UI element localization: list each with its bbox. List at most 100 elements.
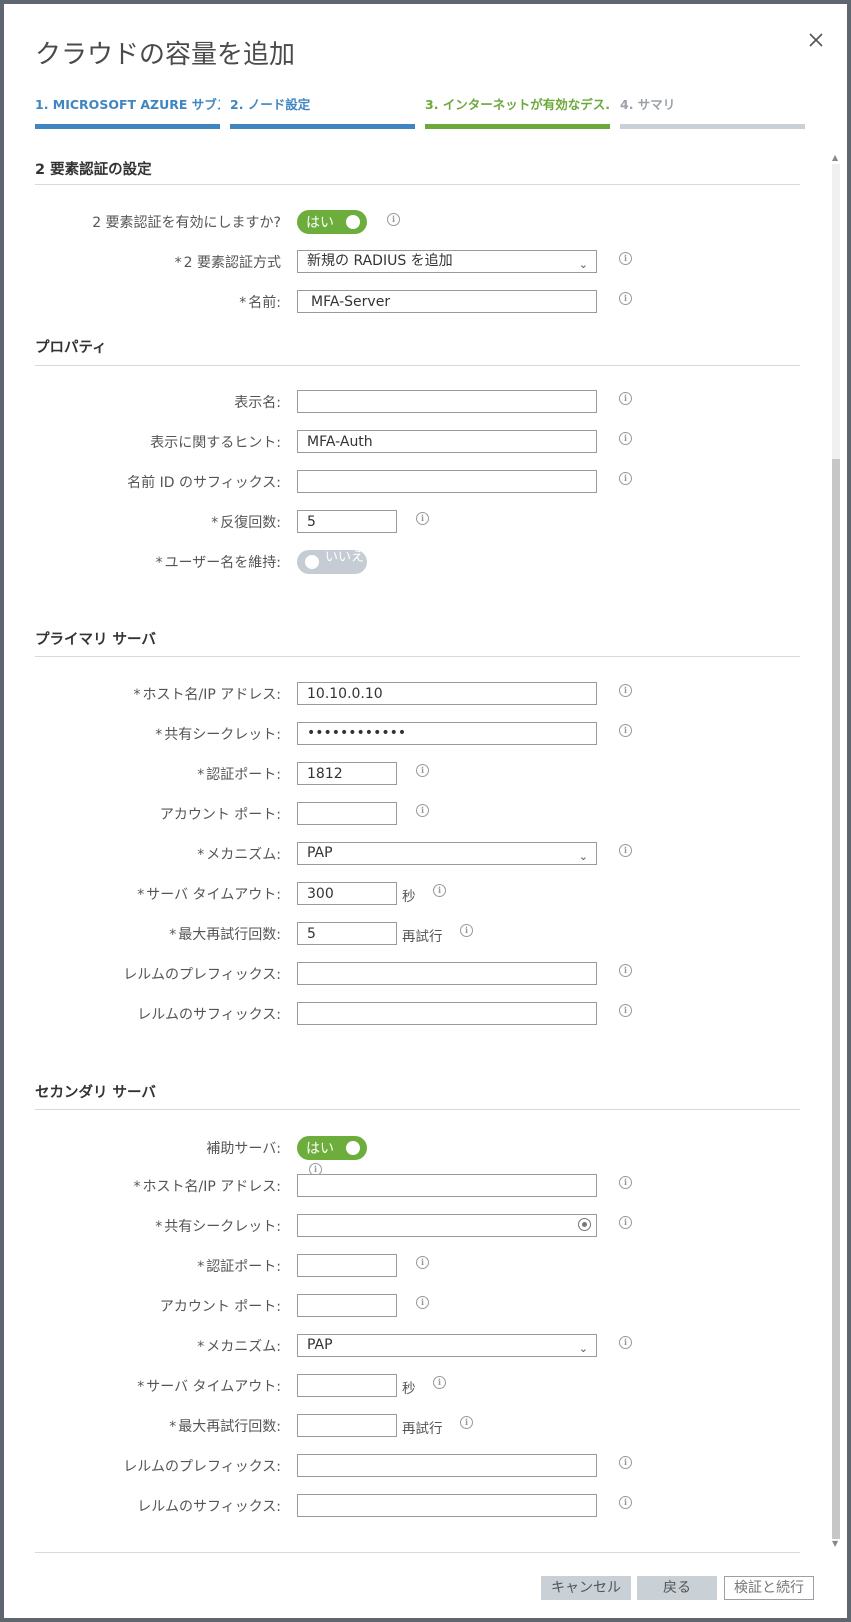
step-node-settings[interactable]: 2. ノード設定 — [230, 94, 415, 129]
mfa-method-label-text: 2 要素認証方式 — [183, 255, 281, 271]
primary-realm-suffix-input[interactable] — [297, 1002, 597, 1025]
display-name-input[interactable] — [297, 390, 597, 413]
info-icon[interactable]: i — [460, 1416, 473, 1429]
name-id-suffix-input[interactable] — [297, 470, 597, 493]
info-icon[interactable]: i — [619, 1496, 632, 1509]
section-divider — [35, 1109, 800, 1110]
step-internet-desktop[interactable]: 3. インターネットが有効なデス... — [425, 94, 610, 129]
info-icon[interactable]: i — [416, 1296, 429, 1309]
info-icon[interactable]: i — [619, 472, 632, 485]
secondary-mechanism-select[interactable]: PAP ⌄ — [297, 1334, 597, 1357]
secondary-timeout-input[interactable] — [297, 1374, 397, 1397]
info-icon[interactable]: i — [416, 764, 429, 777]
secondary-timeout-label: * サーバ タイムアウト: — [137, 1376, 281, 1396]
section-divider — [35, 656, 800, 657]
secondary-account-port-input[interactable] — [297, 1294, 397, 1317]
primary-account-port-input[interactable] — [297, 802, 397, 825]
close-icon[interactable] — [804, 28, 828, 52]
name-id-suffix-label: 名前 ID のサフィックス: — [127, 475, 281, 491]
required-mark: * — [197, 847, 205, 863]
primary-realm-prefix-input[interactable] — [297, 962, 597, 985]
primary-timeout-label: * サーバ タイムアウト: — [137, 884, 281, 904]
display-hint-input[interactable] — [297, 430, 597, 453]
mfa-enable-toggle[interactable]: はい — [297, 210, 367, 234]
secondary-secret-input[interactable] — [297, 1214, 597, 1237]
info-icon[interactable]: i — [619, 684, 632, 697]
secondary-realm-prefix-input[interactable] — [297, 1454, 597, 1477]
aux-server-toggle[interactable]: はい — [297, 1136, 367, 1160]
info-icon[interactable]: i — [416, 512, 429, 525]
required-mark: * — [169, 1419, 177, 1435]
secondary-timeout-label-text: サーバ タイムアウト: — [146, 1379, 281, 1395]
toggle-label: はい — [306, 215, 334, 231]
required-mark: * — [133, 1179, 141, 1195]
info-icon[interactable]: i — [619, 252, 632, 265]
required-mark: * — [197, 767, 205, 783]
scroll-down-arrow-icon[interactable]: ▼ — [832, 1540, 838, 1548]
primary-secret-value: •••••••••••• — [307, 725, 407, 741]
step-azure-subscription[interactable]: 1. MICROSOFT AZURE サブスク... — [35, 94, 220, 129]
back-button[interactable]: 戻る — [637, 1576, 717, 1600]
reveal-password-icon[interactable] — [578, 1218, 591, 1231]
secondary-retries-input[interactable] — [297, 1414, 397, 1437]
scroll-up-arrow-icon[interactable]: ▲ — [832, 154, 838, 162]
info-icon[interactable]: i — [619, 1176, 632, 1189]
primary-timeout-input[interactable] — [297, 882, 397, 905]
primary-retries-input[interactable] — [297, 922, 397, 945]
info-icon[interactable]: i — [387, 213, 400, 226]
validate-continue-button[interactable]: 検証と続行 — [724, 1576, 814, 1600]
info-icon[interactable]: i — [433, 884, 446, 897]
section-divider — [35, 184, 800, 185]
chevron-down-icon: ⌄ — [578, 258, 588, 271]
info-icon[interactable]: i — [619, 844, 632, 857]
cancel-button[interactable]: キャンセル — [541, 1576, 631, 1600]
secondary-account-port-label: アカウント ポート: — [159, 1299, 281, 1315]
scrollbar-thumb[interactable] — [832, 459, 840, 1539]
vertical-scrollbar[interactable]: ▲ ▼ — [830, 154, 842, 1548]
info-icon[interactable]: i — [619, 1216, 632, 1229]
primary-realm-prefix-label: レルムのプレフィックス: — [123, 967, 281, 983]
mfa-name-label: * 名前: — [239, 292, 281, 312]
secondary-host-input[interactable] — [297, 1174, 597, 1197]
secondary-auth-port-label-text: 認証ポート: — [206, 1259, 281, 1275]
section-title-secondary-server: セカンダリ サーバ — [35, 1085, 156, 1101]
toggle-label: いいえ — [325, 550, 365, 565]
secondary-realm-suffix-input[interactable] — [297, 1494, 597, 1517]
primary-auth-port-input[interactable] — [297, 762, 397, 785]
primary-host-input[interactable] — [297, 682, 597, 705]
info-icon[interactable]: i — [619, 724, 632, 737]
primary-host-label-text: ホスト名/IP アドレス: — [142, 687, 281, 703]
primary-realm-suffix-label: レルムのサフィックス: — [137, 1007, 281, 1023]
info-icon[interactable]: i — [619, 392, 632, 405]
info-icon[interactable]: i — [619, 1456, 632, 1469]
primary-mechanism-label-text: メカニズム: — [206, 847, 281, 863]
add-cloud-capacity-dialog: クラウドの容量を追加 1. MICROSOFT AZURE サブスク... 2.… — [4, 4, 847, 1618]
mfa-name-input[interactable] — [297, 290, 597, 313]
mfa-method-label: * 2 要素認証方式 — [175, 252, 281, 272]
secondary-auth-port-input[interactable] — [297, 1254, 397, 1277]
mfa-name-label-text: 名前: — [248, 295, 281, 311]
secondary-auth-port-label: * 認証ポート: — [197, 1256, 281, 1276]
dialog-title: クラウドの容量を追加 — [35, 40, 296, 70]
secondary-mechanism-label: * メカニズム: — [197, 1336, 281, 1356]
primary-mechanism-select[interactable]: PAP ⌄ — [297, 842, 597, 865]
iterations-input[interactable] — [297, 510, 397, 533]
step-summary[interactable]: 4. サマリ — [620, 94, 805, 129]
required-mark: * — [169, 927, 177, 943]
info-icon[interactable]: i — [433, 1376, 446, 1389]
info-icon[interactable]: i — [416, 1256, 429, 1269]
info-icon[interactable]: i — [619, 964, 632, 977]
primary-secret-input[interactable]: •••••••••••• — [297, 722, 597, 745]
toggle-knob — [305, 555, 319, 569]
info-icon[interactable]: i — [619, 1336, 632, 1349]
primary-mechanism-value: PAP — [307, 845, 333, 861]
mfa-method-select[interactable]: 新規の RADIUS を追加 ⌄ — [297, 250, 597, 273]
info-icon[interactable]: i — [619, 292, 632, 305]
primary-host-label: * ホスト名/IP アドレス: — [134, 684, 281, 704]
info-icon[interactable]: i — [619, 1004, 632, 1017]
info-icon[interactable]: i — [416, 804, 429, 817]
keep-username-toggle[interactable]: いいえ — [297, 550, 367, 574]
required-mark: * — [137, 1379, 145, 1395]
info-icon[interactable]: i — [619, 432, 632, 445]
info-icon[interactable]: i — [460, 924, 473, 937]
